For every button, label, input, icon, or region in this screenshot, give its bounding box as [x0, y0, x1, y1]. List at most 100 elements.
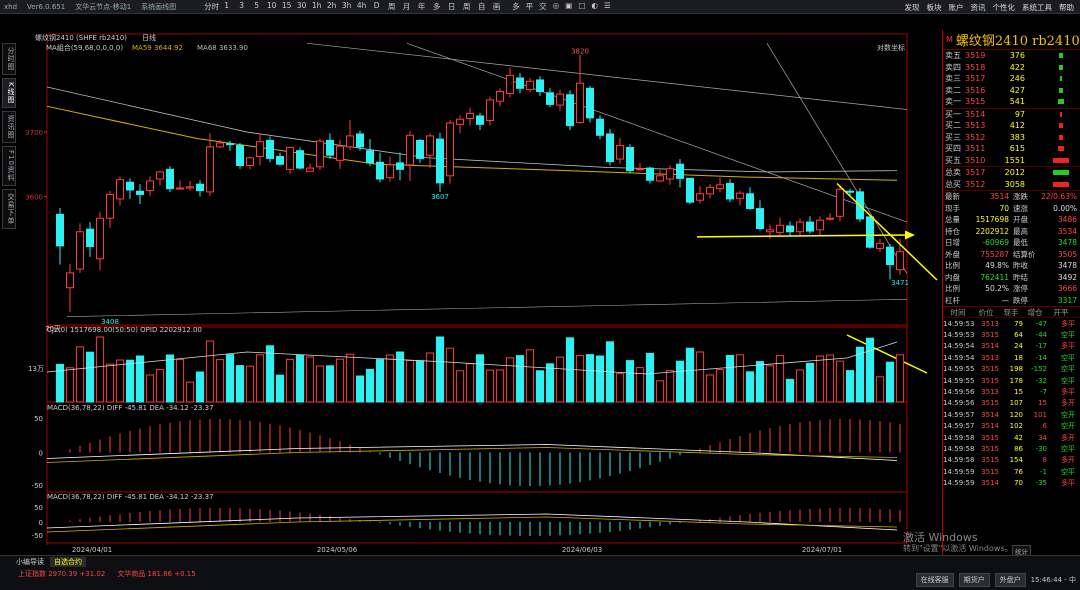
bid-label: 买四	[945, 144, 961, 154]
bottom-tab-0[interactable]: 小编导读	[16, 557, 44, 567]
volume-bar	[765, 365, 775, 403]
period-18[interactable]: 自	[474, 1, 489, 12]
stat-label: 最低	[1013, 238, 1028, 248]
volume-bar	[195, 371, 205, 403]
stat-label: 持仓	[945, 226, 960, 236]
server-node[interactable]: 文华云节点-移动1	[75, 2, 131, 12]
stat-cell: 跌停 3317	[1011, 295, 1079, 307]
tick-cell: 154	[1009, 456, 1023, 465]
tool-icon-0[interactable]: 多	[512, 1, 520, 12]
bid-level-3[interactable]: 买四 3511 615	[943, 143, 1080, 155]
bid-label: 买二	[945, 121, 961, 131]
bid-level-2[interactable]: 买三 3512 383	[943, 132, 1080, 144]
stat-cell: 外盘 755287	[943, 249, 1011, 261]
period-19[interactable]: 画	[489, 1, 504, 12]
bid-price: 3514	[965, 109, 986, 119]
period-14[interactable]: 年	[414, 1, 429, 12]
tool-icon-4[interactable]: ▣	[565, 1, 572, 12]
candle-body	[836, 188, 844, 217]
menu-item-6[interactable]: 帮助	[1059, 2, 1074, 13]
candle-body	[456, 118, 464, 125]
candle-body	[56, 213, 64, 247]
tool-icon-7[interactable]: ☰	[604, 1, 611, 12]
tool-icon-3[interactable]: ◎	[553, 1, 560, 12]
bid-level-1[interactable]: 买二 3513 412	[943, 120, 1080, 132]
period-11[interactable]: D	[369, 1, 384, 12]
menu-item-3[interactable]: 资讯	[971, 2, 986, 13]
tick-cell: 空平	[1061, 365, 1075, 374]
period-6[interactable]: 30	[294, 1, 309, 12]
total-level-0[interactable]: 总卖 3517 2012	[943, 167, 1080, 179]
period-4[interactable]: 10	[264, 1, 279, 12]
contract-name[interactable]: 螺纹钢2410 rb2410	[956, 30, 1080, 49]
ask-depth-bar	[1058, 53, 1064, 58]
bottom-right-1[interactable]: 期货户	[958, 573, 990, 587]
bid-level-0[interactable]: 买一 3514 97	[943, 109, 1080, 121]
volume-bar	[815, 355, 825, 403]
period-13[interactable]: 月	[399, 1, 414, 12]
candle-body	[726, 183, 734, 200]
volume-bar	[885, 361, 895, 403]
period-7[interactable]: 1h	[309, 1, 324, 12]
side-tab-1[interactable]: K线图	[2, 78, 16, 108]
period-9[interactable]: 3h	[339, 1, 354, 12]
bottom-right-2[interactable]: 外盘户	[994, 573, 1026, 587]
bottom-tab-1[interactable]: 自选合约	[50, 557, 86, 567]
candle-body	[886, 246, 894, 266]
candle-body	[816, 219, 824, 231]
ask-level-4[interactable]: 卖一 3515 541	[943, 96, 1080, 108]
volume-bar	[305, 356, 315, 403]
side-tab-4[interactable]: 交易下单	[2, 188, 16, 229]
candle-body	[486, 99, 494, 121]
bid-level-4[interactable]: 买五 3510 1551	[943, 155, 1080, 167]
period-17[interactable]: 周	[459, 1, 474, 12]
tick-col-4: 开平	[1053, 307, 1069, 317]
tick-row: 14:59:59 3514 70 -35 多平	[943, 477, 1080, 488]
menu-item-1[interactable]: 板块	[927, 2, 942, 13]
side-tab-2[interactable]: 资讯图	[2, 110, 16, 143]
menu-item-5[interactable]: 系统工具	[1022, 2, 1052, 13]
tick-cell: 3514	[981, 342, 999, 351]
side-tab-3[interactable]: F10资料	[2, 145, 16, 186]
candle-body	[716, 184, 724, 190]
quote-panel: M 螺纹钢2410 rb2410 卖五 3519 376 卖四 3518 422 卖三 351…	[942, 30, 1080, 555]
period-10[interactable]: 4h	[354, 1, 369, 12]
volume-bar	[155, 369, 165, 403]
main-contract-mark: M	[946, 35, 953, 44]
tick-cell: 101	[1033, 410, 1047, 419]
total-level-1[interactable]: 总买 3512 3058	[943, 179, 1080, 191]
bottom-right-0[interactable]: 在线客服	[915, 573, 954, 587]
stat-cell: 比例 50.2%	[943, 283, 1011, 295]
tool-icon-2[interactable]: 交	[539, 1, 547, 12]
menu-item-2[interactable]: 账户	[949, 2, 964, 13]
period-12[interactable]: 周	[384, 1, 399, 12]
app-logo: xhd	[4, 2, 18, 11]
period-0[interactable]: 分时	[204, 1, 219, 12]
period-5[interactable]: 15	[279, 1, 294, 12]
menu-item-0[interactable]: 发现	[905, 2, 920, 13]
ask-level-3[interactable]: 卖二 3516 427	[943, 85, 1080, 97]
ask-level-1[interactable]: 卖四 3518 422	[943, 62, 1080, 74]
stat-value: 2202912	[975, 226, 1009, 236]
tool-icon-5[interactable]: □	[578, 1, 585, 12]
period-3[interactable]: 5	[249, 1, 264, 12]
period-16[interactable]: 日	[444, 1, 459, 12]
chart-canvas[interactable]: 37003600382034083607347170天螺纹钢2410 (SHFE…	[17, 30, 942, 555]
ask-level-2[interactable]: 卖三 3517 246	[943, 73, 1080, 85]
menu-item-4[interactable]: 个性化	[993, 2, 1016, 13]
ask-level-0[interactable]: 卖五 3519 376	[943, 50, 1080, 62]
tool-icon-1[interactable]: 平	[526, 1, 534, 12]
stat-value: 3514	[989, 192, 1009, 202]
period-2[interactable]: 3	[234, 1, 249, 12]
period-1[interactable]: 1	[219, 1, 234, 12]
candle-body	[626, 146, 634, 172]
tick-list[interactable]: 14:59:53 3513 79 -47 多平 14:59:53 3515 64 -44 空平 14…	[943, 318, 1080, 489]
candle-body	[166, 168, 174, 190]
kline-chart[interactable]: 3700 3600 3820 3408 3607 3471 70天 螺纹钢2410 (SHFE…	[17, 30, 942, 555]
period-8[interactable]: 2h	[324, 1, 339, 12]
period-15[interactable]: 多	[429, 1, 444, 12]
tool-icon-6[interactable]: ◐	[591, 1, 598, 12]
system-drawing[interactable]: 系统画线图	[141, 2, 176, 12]
side-tab-0[interactable]: 分时图	[2, 43, 16, 75]
ask-volume: 427	[1009, 85, 1025, 95]
